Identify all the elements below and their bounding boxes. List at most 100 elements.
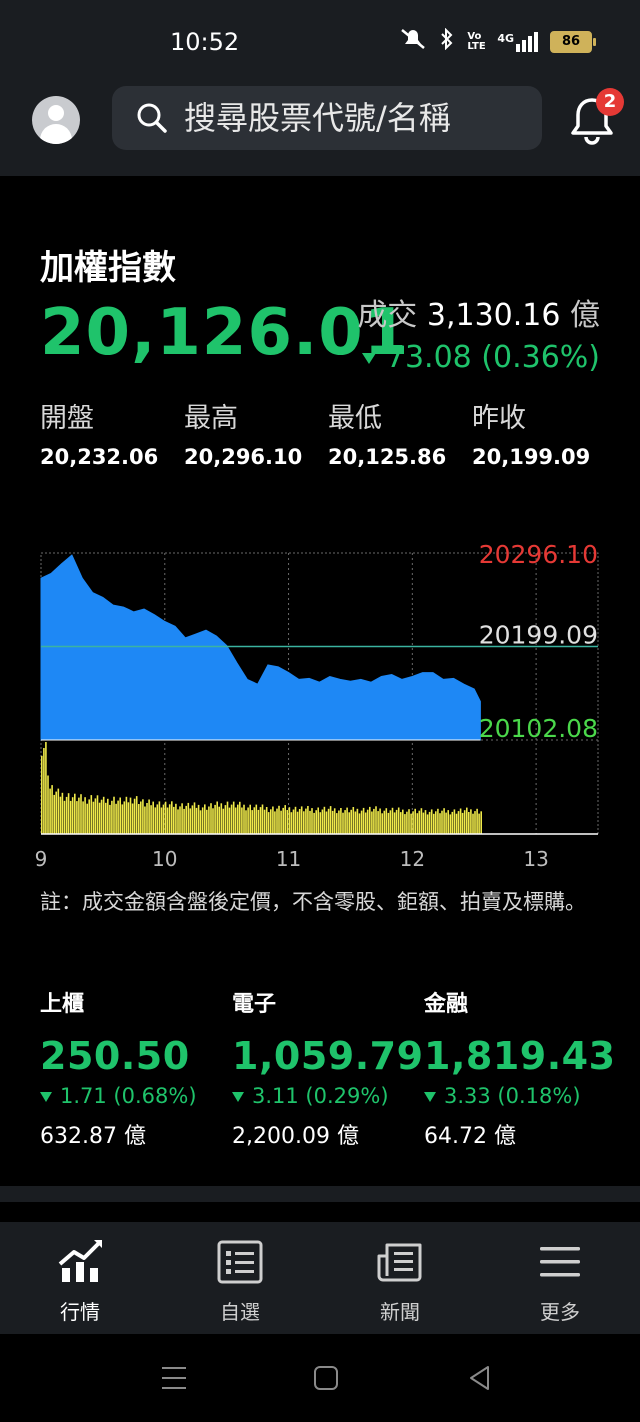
volume-bar xyxy=(393,812,396,834)
home-icon[interactable] xyxy=(312,1364,340,1392)
volume-bar xyxy=(191,805,194,834)
volume-bar xyxy=(45,742,47,834)
volume-bar xyxy=(100,799,103,834)
volume-value: 3,130.16 xyxy=(426,298,561,333)
volume-bar xyxy=(272,806,274,834)
volume-bar xyxy=(443,808,445,834)
volume-bar xyxy=(47,775,49,834)
stat-prev-value: 20,199.09 xyxy=(472,445,591,469)
volume-bar xyxy=(208,806,210,834)
volume-bar xyxy=(430,809,433,834)
volume-bar xyxy=(127,802,130,834)
volume-bar xyxy=(76,801,78,834)
volume-bar xyxy=(346,807,348,834)
price-area-series xyxy=(40,554,481,741)
volume-bar xyxy=(468,812,470,834)
volume-bar xyxy=(348,812,350,834)
volume-bar xyxy=(265,807,268,834)
volume-bar xyxy=(274,811,276,834)
volume-bar xyxy=(65,796,68,834)
stat-low-value: 20,125.86 xyxy=(328,445,447,469)
sub-index-change: 3.33 (0.18%) xyxy=(424,1084,616,1108)
volume-bar xyxy=(193,802,196,834)
volume-bar xyxy=(300,806,303,834)
volume-bar xyxy=(232,801,235,834)
back-icon[interactable] xyxy=(466,1364,494,1392)
sub-index-change-value: 3.33 (0.18%) xyxy=(444,1084,581,1108)
avatar-body-shape xyxy=(40,124,72,144)
volume-bar xyxy=(255,804,258,834)
volume-bar xyxy=(286,810,289,834)
volume-bar xyxy=(364,812,367,834)
sub-index-finance[interactable]: 金融 1,819.43 3.33 (0.18%) 64.72 億 xyxy=(424,986,616,1150)
volume-bar xyxy=(171,801,173,834)
volume-bar xyxy=(284,805,286,834)
volume-bar xyxy=(105,802,107,834)
volume-bar xyxy=(185,805,187,834)
nav-label: 自選 xyxy=(220,1300,260,1324)
volume-bar xyxy=(204,804,206,834)
volume-bar xyxy=(57,788,60,834)
y-label-prev: 20199.09 xyxy=(479,621,598,650)
volume-bar xyxy=(67,793,70,834)
recent-apps-icon[interactable] xyxy=(160,1364,188,1392)
sub-index-price: 1,819.43 xyxy=(424,1034,616,1078)
volume-bar xyxy=(43,748,45,834)
intraday-chart[interactable]: 20296.10 20199.09 20102.08 9 10 11 12 13 xyxy=(0,520,640,880)
nav-more[interactable]: 更多 xyxy=(500,1236,620,1325)
volume-bar xyxy=(298,809,301,834)
volume-bar xyxy=(206,809,208,834)
volume-bar xyxy=(222,808,225,834)
volume-bar xyxy=(55,791,57,834)
search-bar[interactable] xyxy=(112,86,542,150)
volume-bar xyxy=(294,806,297,834)
volume-bar xyxy=(381,813,383,834)
volume-bar xyxy=(216,801,218,834)
volume-bar xyxy=(166,807,169,834)
sub-index-otc[interactable]: 上櫃 250.50 1.71 (0.68%) 632.87 億 xyxy=(40,986,197,1150)
volume-bar xyxy=(234,807,237,834)
volume-bar xyxy=(197,804,200,834)
volume-bar xyxy=(311,808,313,834)
volume-bar xyxy=(420,808,423,834)
stat-open: 開盤 20,232.06 xyxy=(40,396,180,469)
nav-news[interactable]: 新聞 xyxy=(340,1236,460,1325)
sub-index-price: 1,059.79 xyxy=(232,1034,424,1078)
volume-bar xyxy=(270,809,272,834)
volume-bar xyxy=(377,811,379,834)
stat-prev-label: 昨收 xyxy=(472,403,526,434)
stat-prev-close: 昨收 20,199.09 xyxy=(472,396,612,469)
volume-bar xyxy=(150,805,152,834)
volume-bar xyxy=(424,810,427,834)
volume-bar xyxy=(102,796,105,834)
volume-bar xyxy=(125,796,128,834)
battery-icon: 86 xyxy=(550,30,596,53)
volume-bar xyxy=(476,808,478,834)
volume-bar xyxy=(307,806,309,834)
volume-bar xyxy=(267,812,270,834)
volume-bar xyxy=(158,801,161,834)
volume-bar xyxy=(433,813,435,834)
volume-bar xyxy=(282,807,284,834)
avatar-head-shape xyxy=(48,105,64,121)
volume-bar xyxy=(360,810,363,834)
volume-bar xyxy=(463,810,466,834)
volume-bar xyxy=(280,810,282,834)
stat-low: 最低 20,125.86 xyxy=(328,396,468,469)
nav-market[interactable]: 行情 xyxy=(20,1236,140,1325)
volume-bar xyxy=(96,795,99,834)
index-price: 20,126.01 xyxy=(40,296,410,370)
volume-bar xyxy=(51,785,53,834)
volume-bar xyxy=(358,813,361,834)
volume-bar xyxy=(439,813,441,834)
search-input[interactable] xyxy=(182,98,526,138)
volume-bar xyxy=(395,809,398,834)
avatar[interactable] xyxy=(32,96,80,144)
sub-index-electronics[interactable]: 電子 1,059.79 3.11 (0.29%) 2,200.09 億 xyxy=(232,986,424,1150)
volume-bar xyxy=(88,799,90,834)
nav-watchlist[interactable]: 自選 xyxy=(180,1236,300,1325)
x-tick-label: 9 xyxy=(35,847,48,871)
news-icon xyxy=(377,1243,422,1282)
volume-bar xyxy=(133,798,136,834)
volume-bar xyxy=(336,813,338,834)
